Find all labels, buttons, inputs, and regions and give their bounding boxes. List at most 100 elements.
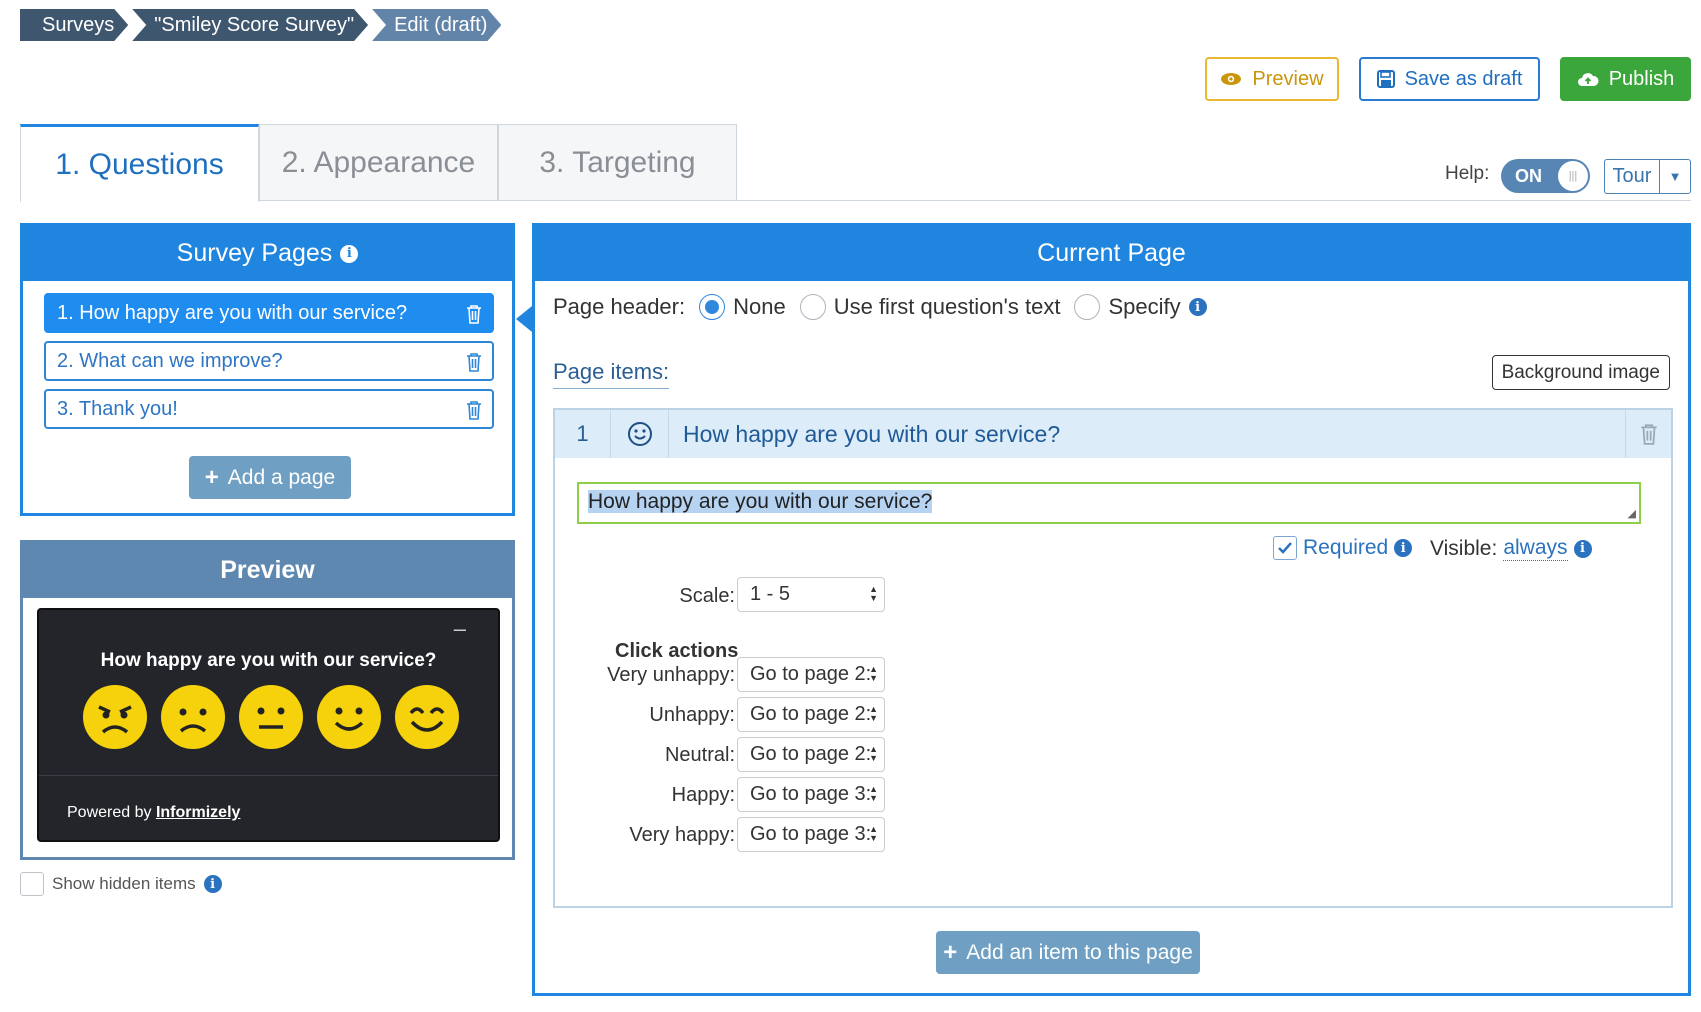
preview-button[interactable]: Preview xyxy=(1205,57,1339,101)
checkmark-icon xyxy=(1278,542,1292,554)
trash-icon[interactable] xyxy=(465,400,483,420)
visible-value-link[interactable]: always xyxy=(1503,536,1568,561)
help-toggle[interactable]: ON ||| xyxy=(1501,159,1590,193)
smiley-scale xyxy=(83,685,459,749)
info-icon[interactable]: i xyxy=(1573,539,1592,558)
add-page-label: Add a page xyxy=(227,465,336,489)
breadcrumb-surveys[interactable]: Surveys xyxy=(20,9,128,41)
minimize-icon[interactable]: – xyxy=(454,616,466,642)
panel-pointer xyxy=(516,306,532,332)
background-image-button[interactable]: Background image xyxy=(1491,355,1670,390)
save-draft-button-label: Save as draft xyxy=(1404,67,1523,90)
action-select-value: Go to page 2: xyxy=(750,703,872,725)
item-header[interactable]: 1 How happy are you with our service? xyxy=(555,410,1671,458)
trash-icon[interactable] xyxy=(465,352,483,372)
page-item-label: 2. What can we improve? xyxy=(57,350,283,372)
item-type-smiley xyxy=(611,410,669,458)
tab-bar: 1. Questions 2. Appearance 3. Targeting xyxy=(20,124,737,202)
page-item-1[interactable]: 1. How happy are you with our service? xyxy=(44,293,494,333)
help-label: Help: xyxy=(1445,163,1490,184)
add-page-button[interactable]: + Add a page xyxy=(189,456,351,499)
required-option[interactable]: Required i xyxy=(1273,536,1413,560)
info-icon[interactable]: i xyxy=(203,875,222,893)
show-hidden-checkbox[interactable] xyxy=(20,872,44,896)
page-item-label: 3. Thank you! xyxy=(57,398,178,420)
required-checkbox[interactable] xyxy=(1273,536,1297,560)
select-arrows-icon: ▲ ▼ xyxy=(869,704,878,723)
breadcrumb: Surveys "Smiley Score Survey" Edit (draf… xyxy=(20,9,505,41)
powered-by-link[interactable]: Informizely xyxy=(156,804,240,821)
tour-button[interactable]: Tour xyxy=(1605,160,1660,193)
click-actions-heading: Click actions xyxy=(615,640,739,662)
publish-button[interactable]: Publish xyxy=(1560,57,1691,101)
tour-dropdown[interactable]: Tour ▼ xyxy=(1604,159,1691,194)
current-page-title: Current Page xyxy=(535,226,1688,281)
happy-smiley-icon[interactable] xyxy=(317,685,381,749)
page-item-3[interactable]: 3. Thank you! xyxy=(44,389,494,429)
radio-first-question[interactable] xyxy=(799,294,826,320)
action-select-neutral[interactable]: Go to page 2: ▲ ▼ xyxy=(737,737,885,772)
survey-widget-preview: – How happy are you with our service? Po… xyxy=(37,608,500,842)
action-select-very-unhappy[interactable]: Go to page 2: ▲ ▼ xyxy=(737,657,885,692)
visibility-option: Visible: always i xyxy=(1430,536,1592,561)
visible-label: Visible: xyxy=(1430,536,1498,560)
tab-questions[interactable]: 1. Questions xyxy=(20,124,259,202)
action-select-very-happy[interactable]: Go to page 3: ▲ ▼ xyxy=(737,817,885,852)
neutral-smiley-icon[interactable] xyxy=(239,685,303,749)
radio-specify-label[interactable]: Specify xyxy=(1108,294,1180,320)
current-page-panel: Current Page Page header: None Use first… xyxy=(532,223,1691,996)
action-select-value: Go to page 2: xyxy=(750,663,872,685)
tab-targeting[interactable]: 3. Targeting xyxy=(498,124,737,201)
page-item-label: 1. How happy are you with our service? xyxy=(57,302,408,324)
resize-handle-icon[interactable]: ◢ xyxy=(1628,507,1636,520)
save-draft-button[interactable]: Save as draft xyxy=(1359,57,1540,101)
caret-down-icon[interactable]: ▼ xyxy=(1660,160,1690,193)
item-delete[interactable] xyxy=(1625,410,1671,458)
plus-icon: + xyxy=(943,938,958,966)
action-select-unhappy[interactable]: Go to page 2: ▲ ▼ xyxy=(737,697,885,732)
show-hidden-items[interactable]: Show hidden items i xyxy=(20,872,222,896)
action-select-happy[interactable]: Go to page 3: ▲ ▼ xyxy=(737,777,885,812)
add-item-label: Add an item to this page xyxy=(966,940,1193,964)
action-label-very-unhappy: Very unhappy: xyxy=(607,664,735,686)
info-icon[interactable]: i xyxy=(1188,298,1207,316)
eye-icon xyxy=(1221,73,1242,85)
scale-select-value: 1 - 5 xyxy=(750,583,791,605)
trash-icon[interactable] xyxy=(465,304,483,324)
select-arrows-icon: ▲ ▼ xyxy=(869,584,878,603)
action-select-value: Go to page 2: xyxy=(750,743,872,765)
radio-none-label[interactable]: None xyxy=(733,294,786,320)
scale-select[interactable]: 1 - 5 ▲ ▼ xyxy=(737,577,885,612)
trash-icon[interactable] xyxy=(1639,423,1659,445)
select-arrows-icon: ▲ ▼ xyxy=(869,784,878,803)
info-icon[interactable]: i xyxy=(1394,539,1413,557)
question-text-input[interactable]: How happy are you with our service? ◢ xyxy=(577,482,1641,524)
page-item-2[interactable]: 2. What can we improve? xyxy=(44,341,494,381)
help-toggle-label: ON xyxy=(1515,166,1542,186)
radio-specify[interactable] xyxy=(1074,294,1101,320)
breadcrumb-survey-name[interactable]: "Smiley Score Survey" xyxy=(132,9,368,41)
radio-none[interactable] xyxy=(699,294,726,320)
info-icon[interactable]: i xyxy=(340,244,359,263)
breadcrumb-edit-draft: Edit (draft) xyxy=(372,9,501,41)
select-arrows-icon: ▲ ▼ xyxy=(869,744,878,763)
select-arrows-icon: ▲ ▼ xyxy=(869,824,878,843)
preview-panel: Preview – How happy are you with our ser… xyxy=(20,540,515,860)
show-hidden-label: Show hidden items xyxy=(52,874,196,893)
action-select-value: Go to page 3: xyxy=(750,823,872,845)
powered-by: Powered by Informizely xyxy=(67,804,240,822)
item-title: How happy are you with our service? xyxy=(683,420,1061,447)
add-item-button[interactable]: + Add an item to this page xyxy=(936,931,1200,974)
very-unhappy-smiley-icon[interactable] xyxy=(83,685,147,749)
radio-first-question-label[interactable]: Use first question's text xyxy=(834,294,1061,320)
tab-appearance[interactable]: 2. Appearance xyxy=(259,124,498,201)
action-label-very-happy: Very happy: xyxy=(629,824,735,846)
page-items-label: Page items: xyxy=(553,359,670,389)
powered-by-prefix: Powered by xyxy=(67,804,152,821)
scale-label: Scale: xyxy=(679,585,735,607)
unhappy-smiley-icon[interactable] xyxy=(161,685,225,749)
plus-icon: + xyxy=(204,463,219,491)
very-happy-smiley-icon[interactable] xyxy=(395,685,459,749)
tab-divider xyxy=(259,200,1691,201)
action-label-happy: Happy: xyxy=(671,784,735,806)
